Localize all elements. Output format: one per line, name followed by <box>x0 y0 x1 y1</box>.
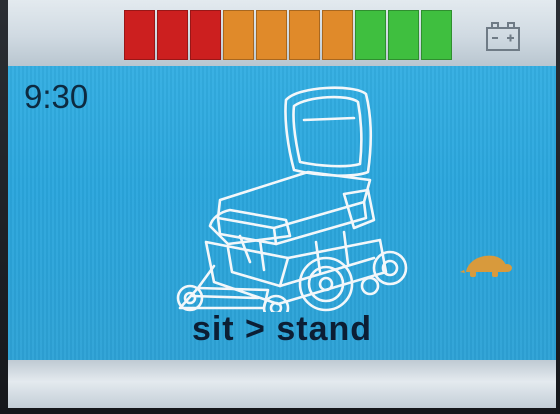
battery-icon <box>486 22 520 51</box>
battery-segment <box>256 10 287 60</box>
battery-segment <box>223 10 254 60</box>
main-panel: 9:30 sit > stand <box>8 66 556 360</box>
battery-segment <box>322 10 353 60</box>
battery-segment <box>289 10 320 60</box>
battery-segment <box>388 10 419 60</box>
turtle-icon <box>460 255 512 277</box>
mode-label: sit > stand <box>191 310 373 348</box>
clock-time: 9:30 <box>24 78 89 115</box>
status-bar <box>8 0 556 66</box>
battery-gauge <box>124 10 452 60</box>
battery-segment <box>157 10 188 60</box>
display-screen: 9:30 sit > stand <box>8 0 556 408</box>
battery-segment <box>124 10 155 60</box>
bottom-bar <box>8 360 556 408</box>
battery-segment <box>355 10 386 60</box>
battery-segment <box>421 10 452 60</box>
power-wheelchair-icon <box>176 86 408 312</box>
battery-segment <box>190 10 221 60</box>
